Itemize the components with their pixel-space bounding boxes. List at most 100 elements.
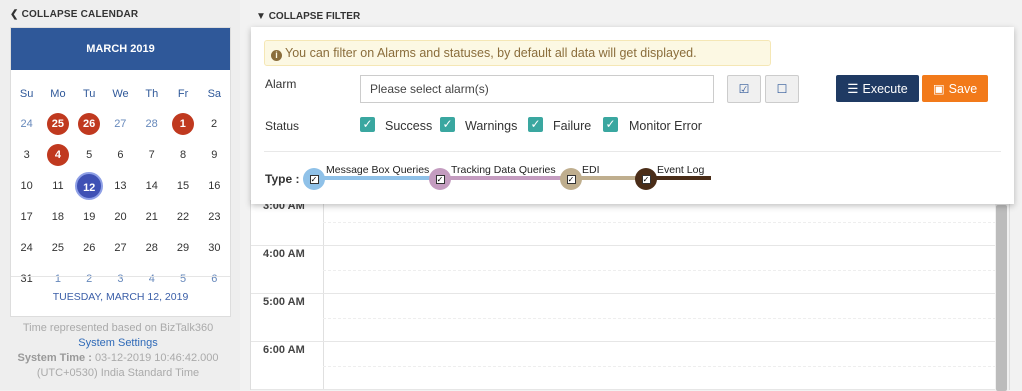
day-of-week-we: We <box>112 88 129 100</box>
chevron-left-icon: ❮ <box>10 9 19 20</box>
timezone-name: (UTC+0530) India Standard Time <box>36 367 200 379</box>
calendar-day[interactable]: 2 <box>198 112 229 136</box>
system-time: System Time : 03-12-2019 10:46:42.000 <box>0 351 236 366</box>
calendar-day[interactable]: 18 <box>42 205 73 229</box>
execute-button[interactable]: ☰ Execute <box>836 75 919 102</box>
status-label-warnings: Warnings <box>465 119 518 133</box>
calendar-month-title[interactable]: MARCH 2019 <box>11 28 230 70</box>
status-checkbox-warnings[interactable]: ✓ <box>440 117 455 132</box>
save-icon: ▣ <box>932 82 945 96</box>
calendar-day[interactable]: 5 <box>73 143 104 167</box>
schedule-grid: 3:00 AM 4:00 AM 5:00 AM 6:00 AM <box>250 198 1010 391</box>
calendar-column: ❮ COLLAPSE CALENDAR MARCH 2019 Su Mo Tu We Th… <box>0 0 240 390</box>
calendar-day[interactable]: 13 <box>105 174 136 198</box>
collapse-calendar-toggle[interactable]: ❮ COLLAPSE CALENDAR <box>10 9 138 20</box>
calendar-day[interactable]: 15 <box>167 174 198 198</box>
collapse-filter-toggle[interactable]: ▼ COLLAPSE FILTER <box>256 11 360 22</box>
day-of-week-mo: Mo <box>50 88 66 100</box>
calendar-day[interactable]: 29 <box>167 236 198 260</box>
type-label-edi: EDI <box>582 164 600 176</box>
calendar-day[interactable]: 3 <box>11 143 42 167</box>
timezone-info: Time represented based on BizTalk360 Sys… <box>0 321 236 381</box>
calendar-day[interactable]: 20 <box>105 205 136 229</box>
execute-label: Execute <box>862 81 908 96</box>
calendar-day-alarm[interactable]: 1 <box>171 112 194 135</box>
type-toggle-message-box[interactable]: ✓ <box>303 168 325 190</box>
type-label: Type : <box>265 172 300 186</box>
status-checkbox-success[interactable]: ✓ <box>360 117 375 132</box>
status-checkbox-monitor-error[interactable]: ✓ <box>603 117 618 132</box>
calendar-day-alarm[interactable]: 25 <box>46 112 69 135</box>
save-label: Save <box>948 81 978 96</box>
calendar-day[interactable]: 27 <box>105 236 136 260</box>
type-label-event-log: Event Log <box>657 164 705 176</box>
status-checkbox-failure[interactable]: ✓ <box>528 117 543 132</box>
calendar-day[interactable]: 26 <box>74 236 105 260</box>
info-icon: i <box>271 50 282 61</box>
status-label: Status <box>265 119 300 133</box>
type-line-message-box <box>313 176 440 180</box>
select-all-button[interactable]: ☑ <box>727 75 761 103</box>
half-hour-line <box>323 222 996 223</box>
calendar-week: 24 25 26 27 28 29 30 <box>11 232 230 263</box>
deselect-all-button[interactable]: ☐ <box>765 75 799 103</box>
alarm-select[interactable]: Please select alarm(s) <box>360 75 714 103</box>
timezone-line: Time represented based on BizTalk360 <box>22 322 214 334</box>
calendar-day[interactable]: 19 <box>74 205 105 229</box>
calendar-day[interactable]: 25 <box>42 236 73 260</box>
selected-date[interactable]: TUESDAY, MARCH 12, 2019 <box>11 276 230 316</box>
calendar-day[interactable]: 30 <box>199 236 230 260</box>
calendar-day[interactable]: 7 <box>136 143 167 167</box>
calendar-day[interactable]: 28 <box>136 112 167 136</box>
calendar-day[interactable]: 8 <box>167 143 198 167</box>
calendar-day[interactable]: 17 <box>11 205 42 229</box>
calendar-week: 3456789 <box>11 139 230 170</box>
half-hour-line <box>323 366 996 367</box>
type-toggle-event-log[interactable]: ✓ <box>635 168 657 190</box>
info-alert: i You can filter on Alarms and statuses, … <box>264 40 771 66</box>
calendar-week: 24 25 26 27 28 1 2 <box>11 108 230 139</box>
calendar-day[interactable]: 28 <box>136 236 167 260</box>
system-settings-link[interactable]: System Settings <box>0 336 236 351</box>
time-row: 4:00 AM <box>251 246 996 294</box>
sliders-icon: ☰ <box>847 82 859 96</box>
calendar-day[interactable]: 24 <box>11 236 42 260</box>
save-button[interactable]: ▣ Save <box>922 75 988 102</box>
time-label: 5:00 AM <box>263 296 305 308</box>
filter-icon: ▼ <box>256 11 266 22</box>
type-line-tracking <box>440 176 570 180</box>
calendar-day[interactable]: 11 <box>42 174 73 198</box>
system-time-value: 03-12-2019 10:46:42.000 <box>94 352 219 364</box>
filter-panel: i You can filter on Alarms and statuses, … <box>251 27 1014 204</box>
checked-box-icon: ☑ <box>738 82 750 96</box>
calendar-day[interactable]: 24 <box>11 112 42 136</box>
half-hour-line <box>323 270 996 271</box>
calendar-day[interactable]: 21 <box>136 205 167 229</box>
calendar-day[interactable]: 27 <box>105 112 136 136</box>
calendar-day[interactable]: 9 <box>199 143 230 167</box>
calendar-day[interactable]: 14 <box>136 174 167 198</box>
time-row: 3:00 AM <box>251 198 996 246</box>
time-row: 5:00 AM <box>251 294 996 342</box>
calendar-day[interactable]: 10 <box>11 174 42 198</box>
status-label-failure: Failure <box>553 119 592 133</box>
calendar-week: 10 11 12 13 14 15 16 <box>11 170 230 201</box>
type-toggle-tracking[interactable]: ✓ <box>429 168 451 190</box>
type-toggle-edi[interactable]: ✓ <box>560 168 582 190</box>
calendar-day-selected[interactable]: 12 <box>75 171 104 200</box>
empty-box-icon: ☐ <box>776 82 788 96</box>
type-label-tracking: Tracking Data Queries <box>451 164 556 176</box>
system-time-label: System Time : <box>17 352 92 364</box>
calendar-day[interactable]: 23 <box>199 205 230 229</box>
calendar-day[interactable]: 6 <box>105 143 136 167</box>
checkbox-icon: ✓ <box>435 174 445 184</box>
schedule-scrollbar[interactable] <box>995 201 1009 391</box>
day-of-week-tu: Tu <box>82 88 96 100</box>
calendar-day[interactable]: 22 <box>167 205 198 229</box>
type-label-message-box: Message Box Queries <box>326 164 430 176</box>
calendar-day[interactable]: 16 <box>199 174 230 198</box>
scrollbar-thumb[interactable] <box>996 205 1007 391</box>
calendar-week: 17 18 19 20 21 22 23 <box>11 201 230 232</box>
calendar-day-alarm[interactable]: 4 <box>46 143 69 166</box>
calendar-day-alarm[interactable]: 26 <box>78 112 101 135</box>
